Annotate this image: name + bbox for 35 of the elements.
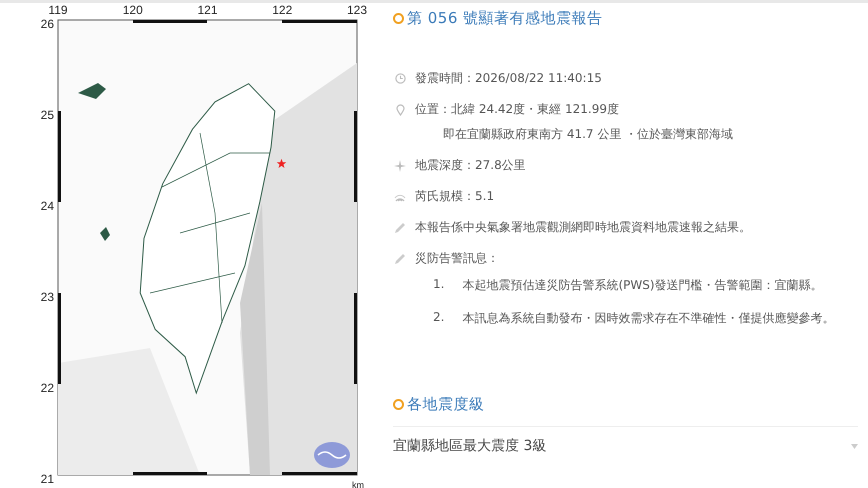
latitude-label: 22 (40, 381, 54, 395)
detail-text: 災防告警訊息： (415, 250, 499, 267)
latitude-label: 26 (40, 17, 54, 31)
report-title: 第 056 號顯著有感地震報告 (407, 9, 603, 28)
list-number: 1. (433, 277, 444, 293)
logo-icon (314, 442, 350, 468)
latitude-label: 21 (40, 472, 54, 486)
longitude-label: 123 (346, 3, 368, 17)
clock-icon (394, 73, 406, 84)
latitude-label: 23 (40, 290, 54, 304)
bullet-icon (393, 399, 404, 410)
alert-text: 本起地震預估達災防告警系統(PWS)發送門檻・告警範圍：宜蘭縣。 (462, 277, 823, 294)
detail-text: 地震深度：27.8公里 (415, 157, 526, 174)
detail-text: 本報告係中央氣象署地震觀測網即時地震資料地震速報之結果。 (415, 219, 751, 236)
region-intensity-row[interactable]: 宜蘭縣地區最大震度 3級 (393, 437, 858, 455)
longitude-label: 122 (272, 3, 292, 17)
latitude-label: 25 (40, 108, 54, 122)
alert-text: 本訊息為系統自動發布・因時效需求存在不準確性・僅提供應變參考。 (462, 310, 834, 327)
unit-label: km (352, 480, 364, 488)
latitude-label: 24 (40, 199, 54, 213)
bullet-icon (393, 13, 404, 24)
location-description: 即在宜蘭縣政府東南方 41.7 公里 ・位於臺灣東部海域 (442, 126, 734, 143)
longitude-label: 120 (122, 3, 143, 17)
pencil-icon (394, 222, 406, 234)
longitude-label: 121 (197, 3, 218, 17)
sparkle-icon (394, 160, 406, 172)
longitude-label: 119 (48, 3, 68, 17)
pencil-icon (394, 253, 406, 265)
detail-text: 位置：北緯 24.42度・東經 121.99度 (415, 101, 620, 118)
location-pin-icon (396, 104, 404, 116)
epicenter-star-icon (276, 158, 286, 168)
section-title: 各地震度級 (407, 395, 484, 414)
detail-text: 芮氏規模：5.1 (415, 188, 494, 205)
list-number: 2. (433, 310, 444, 326)
detail-text: 發震時間：2026/08/22 11:40:15 (415, 70, 602, 87)
